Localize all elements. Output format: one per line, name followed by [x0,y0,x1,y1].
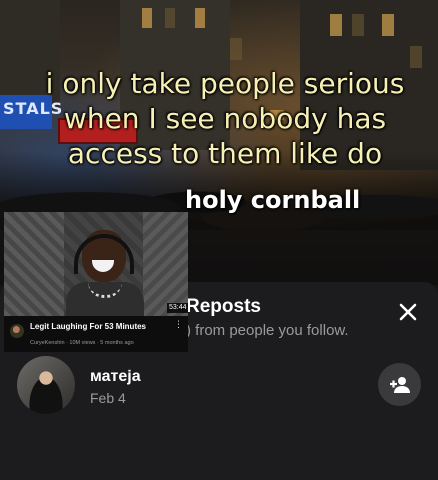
video-card[interactable]: 53:44 Legit Laughing For 53 Minutes Cury… [4,212,188,352]
foam-wall [4,212,64,316]
video-meta: CuryeKenshin · 10M views · 5 months ago [30,340,134,346]
sheet-title: Reposts [186,296,261,317]
video-duration: 53:44 [167,303,188,313]
subcaption-text: holy cornball [185,186,361,214]
more-options-icon[interactable]: ⋮ [174,320,183,329]
close-button[interactable] [396,300,420,324]
video-title[interactable]: Legit Laughing For 53 Minutes [30,322,146,331]
add-user-icon [389,376,410,393]
video-thumbnail[interactable]: 53:44 [4,212,188,316]
follow-button[interactable] [378,363,421,406]
foam-wall [143,212,188,316]
channel-avatar[interactable] [10,324,24,338]
caption-line-3: access to them like do [67,137,383,170]
avatar[interactable] [17,356,75,414]
repost-date: Feb 4 [90,390,126,406]
caption-text: i only take people serious when I see no… [40,66,410,171]
close-icon [399,303,417,321]
sheet-subtitle: ) from people you follow. [186,322,349,339]
caption-line-1: i only take people serious [45,67,405,100]
caption-line-2: when I see nobody has [63,102,387,135]
user-name[interactable]: матеја [90,368,141,386]
